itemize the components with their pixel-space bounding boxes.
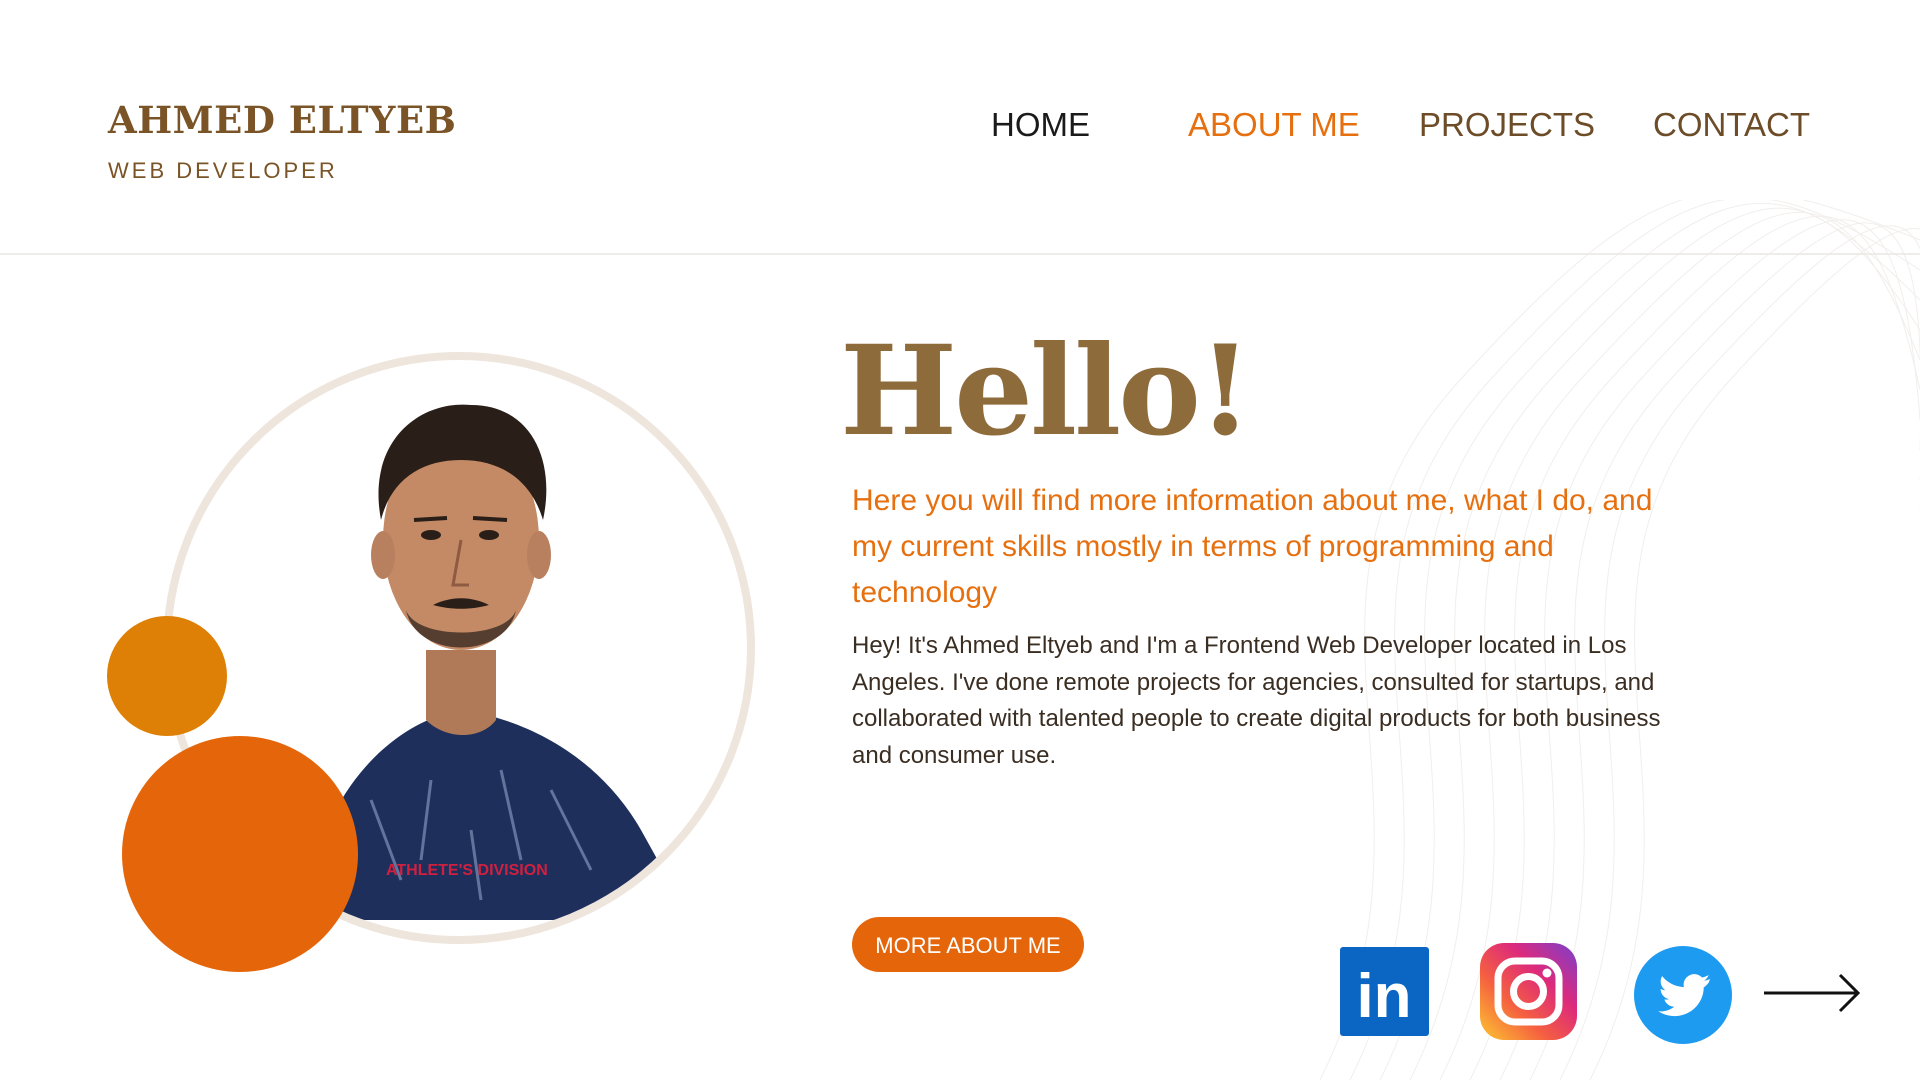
twitter-icon [1634, 946, 1732, 1044]
nav-home-link[interactable]: HOME [991, 106, 1090, 144]
nav-projects-link[interactable]: PROJECTS [1419, 106, 1595, 144]
brand-name[interactable]: AHMED ELTYEB [108, 98, 456, 142]
linkedin-icon: in [1340, 947, 1429, 1036]
twitter-link[interactable] [1634, 946, 1732, 1044]
decor-circle-small [107, 616, 227, 736]
instagram-icon [1480, 943, 1577, 1040]
decor-circle-large [122, 736, 358, 972]
shirt-print: ATHLETE'S DIVISION [386, 862, 548, 879]
instagram-link[interactable] [1480, 943, 1577, 1040]
hero-lead-text: Here you will find more information abou… [852, 484, 1653, 609]
more-about-me-button[interactable]: MORE ABOUT ME [852, 917, 1084, 972]
brand-role: WEB DEVELOPER [108, 158, 338, 183]
next-arrow-link[interactable] [1762, 970, 1862, 1016]
linkedin-link[interactable]: in [1340, 947, 1429, 1036]
hero-greeting: Hello! [840, 319, 1252, 464]
nav-contact-link[interactable]: CONTACT [1653, 106, 1810, 144]
hero-body-text: Hey! It's Ahmed Eltyeb and I'm a Fronten… [852, 632, 1661, 769]
svg-text:in: in [1356, 962, 1411, 1031]
nav-about-link[interactable]: ABOUT ME [1188, 106, 1360, 144]
arrow-right-icon [1764, 973, 1861, 1013]
